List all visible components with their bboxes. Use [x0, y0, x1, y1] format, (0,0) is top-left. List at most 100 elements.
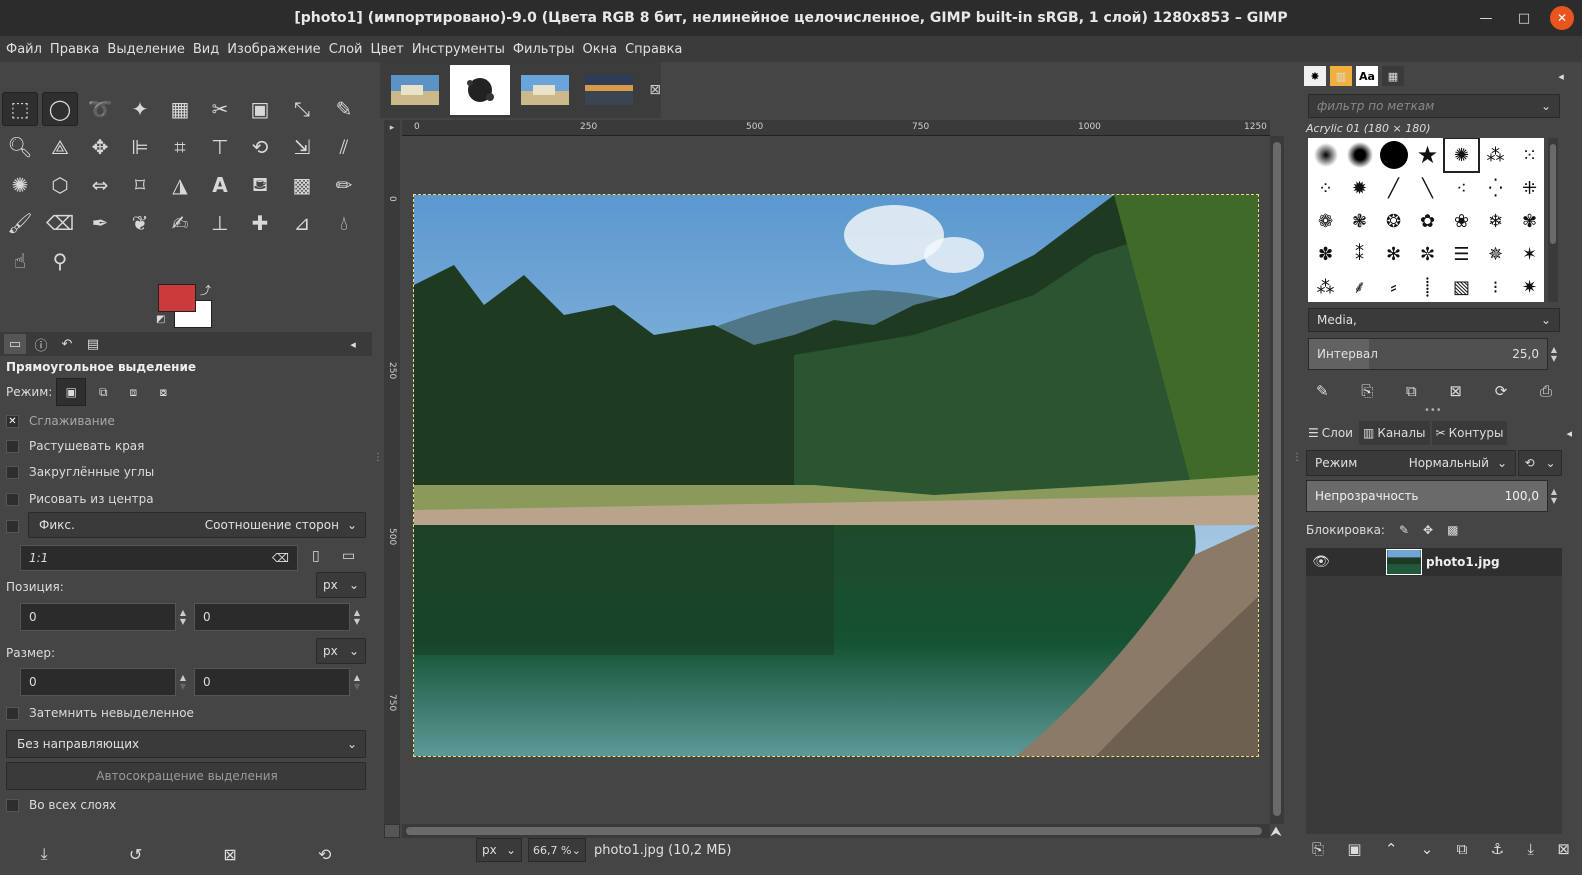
refresh-brushes-icon[interactable]: ⟳	[1495, 382, 1508, 400]
foreground-select-tool-icon[interactable]: ▣	[242, 92, 278, 126]
brush-item[interactable]: ▧	[1445, 271, 1478, 302]
brush-item[interactable]: ⸽	[1411, 271, 1444, 302]
lasso-tool-icon[interactable]: ➰	[82, 92, 118, 126]
size-h-spinner[interactable]: ▲ ▼	[350, 668, 364, 696]
brush-item[interactable]: ✽	[1309, 238, 1342, 270]
ratio-input[interactable]: 1:1 ⌫	[20, 545, 298, 571]
tab-layers[interactable]: ☰ Слои	[1304, 421, 1357, 445]
open-brush-as-image-icon[interactable]: ⎙	[1540, 382, 1552, 400]
brush-item-selected[interactable]: ✺	[1443, 138, 1480, 173]
brush-item[interactable]: ✹	[1343, 172, 1376, 204]
perspective-clone-tool-icon[interactable]: ⊿	[284, 206, 320, 240]
brush-item[interactable]: ⁙	[1513, 139, 1544, 171]
size-h-input[interactable]: 0	[194, 668, 350, 696]
bucket-fill-tool-icon[interactable]: ⛾	[242, 168, 278, 202]
tab-paths[interactable]: ✂ Контуры	[1431, 421, 1508, 445]
tab-menu-icon[interactable]: ◂	[1566, 427, 1572, 440]
menu-tools[interactable]: Инструменты	[412, 42, 505, 57]
duplicate-layer-icon[interactable]: ⧉	[1457, 840, 1468, 858]
feather-row[interactable]: Растушевать края	[6, 439, 144, 453]
menu-image[interactable]: Изображение	[227, 42, 320, 57]
duplicate-brush-icon[interactable]: ⧉	[1406, 382, 1417, 400]
position-y-input[interactable]: 0	[194, 603, 350, 631]
pencil-tool-icon[interactable]: ✏	[326, 168, 362, 202]
opacity-spinner[interactable]: ▲ ▼	[1548, 480, 1560, 512]
image-tab-4[interactable]	[579, 65, 639, 115]
scissors-tool-icon[interactable]: ✂	[202, 92, 238, 126]
anchor-layer-icon[interactable]: ⚓︎	[1491, 840, 1504, 858]
raise-layer-icon[interactable]: ⌃	[1385, 840, 1398, 858]
brush-item[interactable]	[1343, 139, 1376, 171]
image-canvas[interactable]	[402, 136, 1268, 824]
brush-item[interactable]: ⁑	[1343, 238, 1376, 270]
rotate-tool-icon[interactable]: ⟲	[242, 130, 278, 164]
tag-filter-input[interactable]: фильтр по меткам ⌄	[1308, 94, 1560, 118]
seamless-clone-tool-icon[interactable]: ◮	[162, 168, 198, 202]
brushes-tab-icon[interactable]: ✸	[1304, 66, 1326, 86]
brush-spacing-slider[interactable]: Интервал 25,0	[1308, 338, 1548, 370]
brush-item[interactable]: ✿	[1411, 205, 1444, 237]
mode-replace-icon[interactable]: ▣	[56, 378, 87, 406]
align-tool-icon[interactable]: ⊫	[122, 130, 158, 164]
maximize-icon[interactable]: □	[1512, 6, 1536, 30]
brush-item[interactable]: ╲	[1411, 172, 1444, 204]
spacing-spinner[interactable]: ▲ ▼	[1548, 338, 1560, 370]
new-layer-icon[interactable]: ⎘	[1312, 840, 1324, 858]
brush-item[interactable]: ☰	[1445, 238, 1478, 270]
brush-item[interactable]	[1309, 139, 1342, 171]
color-picker-tool-icon[interactable]: ✎	[326, 92, 362, 126]
highlight-checkbox[interactable]	[6, 706, 19, 720]
brush-item[interactable]: ⸗	[1377, 271, 1410, 302]
default-colors-icon[interactable]: ◩	[156, 314, 165, 325]
brush-item[interactable]: ❀	[1445, 205, 1478, 237]
composite-mode-button[interactable]: ⟲ ⌄	[1518, 450, 1562, 476]
text-tool-icon[interactable]: A	[202, 168, 238, 202]
size-unit-select[interactable]: px ⌄	[316, 638, 366, 664]
brush-item[interactable]: ✶	[1513, 238, 1544, 270]
menu-windows[interactable]: Окна	[583, 42, 618, 57]
smudge-tool-icon[interactable]: ☝	[2, 244, 38, 278]
position-x-spinner[interactable]: ▲ ▼	[176, 603, 190, 631]
fixed-mode-select[interactable]: Фикс. Соотношение сторон ⌄	[28, 512, 366, 538]
feather-checkbox[interactable]	[6, 439, 19, 453]
fuzzy-select-tool-icon[interactable]: ✦	[122, 92, 158, 126]
brush-item[interactable]: ⁖	[1445, 172, 1478, 204]
landscape-icon[interactable]: ▭	[342, 548, 355, 564]
clear-input-icon[interactable]: ⌫	[272, 551, 289, 565]
reset-options-icon[interactable]: ⟲	[318, 845, 331, 864]
tool-options-tab-icon[interactable]: ▭	[4, 334, 26, 354]
rounded-checkbox[interactable]	[6, 465, 19, 479]
brush-item[interactable]: ⁝	[1479, 271, 1512, 302]
zoom-tool-icon[interactable]: 🔍︎	[2, 130, 38, 164]
menu-help[interactable]: Справка	[625, 42, 682, 57]
brush-item[interactable]: ❁	[1309, 205, 1342, 237]
brush-item[interactable]: ⸙	[1343, 271, 1376, 302]
gradient-tool-icon[interactable]: ▩	[284, 168, 320, 202]
brush-item[interactable]: ⁘	[1309, 172, 1342, 204]
menu-layer[interactable]: Слой	[329, 42, 363, 57]
save-options-icon[interactable]: ⤓	[41, 844, 48, 864]
new-brush-icon[interactable]: ⎘	[1361, 382, 1373, 400]
restore-options-icon[interactable]: ↺	[129, 845, 142, 864]
brush-item[interactable]: ╱	[1377, 172, 1410, 204]
layer-mode-select[interactable]: Режим Нормальный ⌄	[1306, 450, 1516, 476]
brush-item[interactable]: ⁂	[1479, 139, 1512, 171]
document-history-tab-icon[interactable]: ▦	[1382, 66, 1404, 86]
heal-tool-icon[interactable]: ✚	[242, 206, 278, 240]
scrollbar-thumb[interactable]	[1273, 142, 1281, 816]
close-tab-icon[interactable]: ⊠	[649, 82, 661, 98]
new-layer-group-icon[interactable]: ▣	[1347, 840, 1361, 858]
brush-grid-scrollbar[interactable]	[1548, 138, 1558, 302]
fixed-checkbox[interactable]	[6, 520, 19, 533]
ink-tool-icon[interactable]: ❦	[122, 206, 158, 240]
rounded-row[interactable]: Закруглённые углы	[6, 465, 154, 479]
eraser-tool-icon[interactable]: ⌫	[42, 206, 78, 240]
antialias-row[interactable]: ✕ Сглаживание	[6, 414, 115, 428]
delete-brush-icon[interactable]: ⊠	[1449, 382, 1462, 400]
lock-position-icon[interactable]: ✥	[1423, 523, 1433, 537]
minimize-icon[interactable]: —	[1474, 6, 1498, 30]
select-by-color-tool-icon[interactable]: ▦	[162, 92, 198, 126]
menu-edit[interactable]: Правка	[50, 42, 99, 57]
position-unit-select[interactable]: px ⌄	[316, 572, 366, 598]
brush-item[interactable]: ✵	[1479, 238, 1512, 270]
